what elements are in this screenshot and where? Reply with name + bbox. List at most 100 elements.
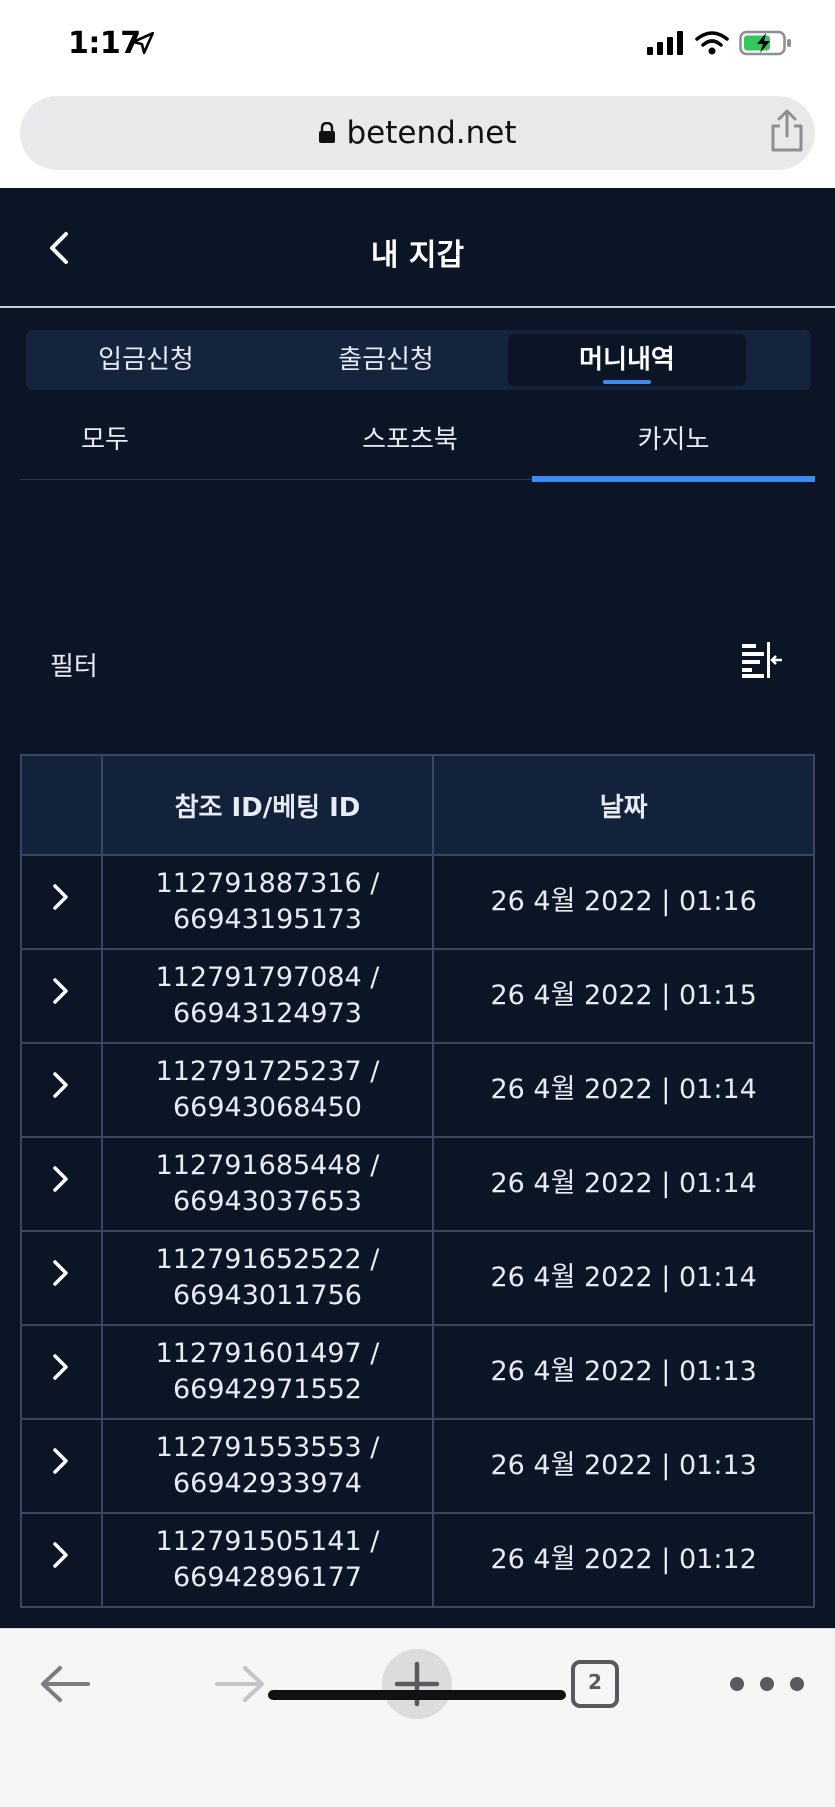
page-title: 내 지갑 <box>370 238 465 273</box>
expand-cell[interactable] <box>20 1512 103 1608</box>
status-bar: 1:17 <box>0 0 835 92</box>
table-row[interactable]: 112791887316 / 66943195173 26 4월 2022 | 01… <box>20 854 815 950</box>
segment-money-history-label: 머니내역 <box>579 345 675 375</box>
expand-cell[interactable] <box>20 854 103 950</box>
reference-cell: 112791652522 / 66943011756 <box>100 1230 435 1326</box>
signal-icon <box>647 31 683 55</box>
reference-id: 112791797084 / <box>155 962 380 993</box>
chevron-right-icon <box>53 1072 69 1098</box>
tab-all[interactable]: 모두 <box>20 418 190 480</box>
column-header-expand <box>20 754 103 856</box>
reference-id: 112791652522 / <box>155 1244 380 1275</box>
tab-casino[interactable]: 카지노 <box>532 418 815 482</box>
segment-withdraw-request[interactable]: 출금신청 <box>266 334 506 386</box>
date-cell: 26 4월 2022 | 01:14 <box>432 1230 815 1326</box>
browser-back-button[interactable] <box>30 1649 100 1719</box>
reference-id: 112791553553 / <box>155 1432 380 1463</box>
tab-sportsbook[interactable]: 스포츠북 <box>270 418 550 480</box>
tabs-button[interactable]: 2 <box>560 1649 630 1719</box>
table-row[interactable]: 112791601497 / 66942971552 26 4월 2022 | 01… <box>20 1324 815 1420</box>
date-cell: 26 4월 2022 | 01:14 <box>432 1136 815 1232</box>
reference-cell: 112791887316 / 66943195173 <box>100 854 435 950</box>
reference-id: 112791725237 / <box>155 1056 380 1087</box>
segment-deposit-request[interactable]: 입금신청 <box>26 334 266 386</box>
plus-icon <box>394 1661 440 1707</box>
chevron-right-icon <box>53 1354 69 1380</box>
expand-cell[interactable] <box>20 948 103 1044</box>
chevron-right-icon <box>53 978 69 1004</box>
date-cell: 26 4월 2022 | 01:13 <box>432 1418 815 1514</box>
share-icon[interactable] <box>767 108 807 154</box>
lock-icon <box>319 122 336 143</box>
expand-cell[interactable] <box>20 1324 103 1420</box>
location-arrow-icon <box>131 31 155 55</box>
bet-id: 66943011756 <box>173 1280 362 1311</box>
browser-address-area: betend.net <box>0 92 835 188</box>
more-dots-icon <box>730 1677 804 1691</box>
address-bar[interactable]: betend.net <box>20 96 815 170</box>
bet-id: 66943124973 <box>173 998 362 1029</box>
expand-cell[interactable] <box>20 1042 103 1138</box>
date-cell: 26 4월 2022 | 01:12 <box>432 1512 815 1608</box>
reference-id: 112791685448 / <box>155 1150 380 1181</box>
column-header-reference: 참조 ID/베팅 ID <box>100 754 435 856</box>
reference-id: 112791601497 / <box>155 1338 380 1369</box>
bet-id: 66943068450 <box>173 1092 362 1123</box>
expand-cell[interactable] <box>20 1230 103 1326</box>
new-tab-button[interactable] <box>382 1649 452 1719</box>
date-cell: 26 4월 2022 | 01:16 <box>432 854 815 950</box>
table-row[interactable]: 112791553553 / 66942933974 26 4월 2022 | 01… <box>20 1418 815 1514</box>
bet-id: 66942971552 <box>173 1374 362 1405</box>
history-tabs: 모두 스포츠북 카지노 <box>20 418 815 482</box>
reference-id: 112791887316 / <box>155 868 380 899</box>
date-cell: 26 4월 2022 | 01:14 <box>432 1042 815 1138</box>
bet-id: 66942933974 <box>173 1468 362 1499</box>
status-icons <box>647 30 793 56</box>
chevron-right-icon <box>53 884 69 910</box>
expand-cell[interactable] <box>20 1136 103 1232</box>
more-button[interactable] <box>722 1649 812 1719</box>
reference-cell: 112791553553 / 66942933974 <box>100 1418 435 1514</box>
table-row[interactable]: 112791725237 / 66943068450 26 4월 2022 | 01… <box>20 1042 815 1138</box>
wallet-segment-control: 입금신청 출금신청 머니내역 <box>26 330 811 390</box>
tab-count: 2 <box>588 1670 602 1694</box>
table-row[interactable]: 112791685448 / 66943037653 26 4월 2022 | 01… <box>20 1136 815 1232</box>
filter-label: 필터 <box>50 652 98 682</box>
arrow-right-icon <box>215 1666 264 1702</box>
reference-id: 112791505141 / <box>155 1526 380 1557</box>
arrow-left-icon <box>41 1666 90 1702</box>
column-header-date: 날짜 <box>432 754 815 856</box>
wallet-screen: 내 지갑 입금신청 출금신청 머니내역 모두 스포츠북 카지노 필터 참조 ID… <box>0 188 835 1628</box>
table-row[interactable]: 112791797084 / 66943124973 26 4월 2022 | 01… <box>20 948 815 1044</box>
date-cell: 26 4월 2022 | 01:15 <box>432 948 815 1044</box>
table-row[interactable]: 112791652522 / 66943011756 26 4월 2022 | 01… <box>20 1230 815 1326</box>
browser-forward-button[interactable] <box>205 1649 275 1719</box>
url-text: betend.net <box>346 115 517 151</box>
reference-cell: 112791601497 / 66942971552 <box>100 1324 435 1420</box>
bet-id: 66943195173 <box>173 904 362 935</box>
expand-cell[interactable] <box>20 1418 103 1514</box>
filter-toggle-icon[interactable] <box>740 640 784 680</box>
browser-toolbar: 2 <box>0 1628 835 1807</box>
reference-cell: 112791685448 / 66943037653 <box>100 1136 435 1232</box>
segment-active-indicator <box>603 380 651 384</box>
reference-cell: 112791725237 / 66943068450 <box>100 1042 435 1138</box>
home-indicator <box>268 1690 566 1700</box>
date-cell: 26 4월 2022 | 01:13 <box>432 1324 815 1420</box>
table-header-row: 참조 ID/베팅 ID 날짜 <box>20 754 815 856</box>
reference-cell: 112791505141 / 66942896177 <box>100 1512 435 1608</box>
segment-money-history[interactable]: 머니내역 <box>508 334 746 386</box>
bet-id: 66943037653 <box>173 1186 362 1217</box>
transaction-table: 참조 ID/베팅 ID 날짜 112791887316 / 66943195173… <box>20 754 815 1608</box>
reference-cell: 112791797084 / 66943124973 <box>100 948 435 1044</box>
table-row[interactable]: 112791505141 / 66942896177 26 4월 2022 | 01… <box>20 1512 815 1608</box>
battery-charging-icon <box>739 30 791 56</box>
chevron-right-icon <box>53 1542 69 1568</box>
table-body: 112791887316 / 66943195173 26 4월 2022 | 01… <box>20 854 815 1608</box>
chevron-right-icon <box>53 1166 69 1192</box>
chevron-right-icon <box>53 1448 69 1474</box>
wifi-icon <box>695 31 729 55</box>
app-header: 내 지갑 <box>0 188 835 308</box>
bet-id: 66942896177 <box>173 1562 362 1593</box>
chevron-right-icon <box>53 1260 69 1286</box>
